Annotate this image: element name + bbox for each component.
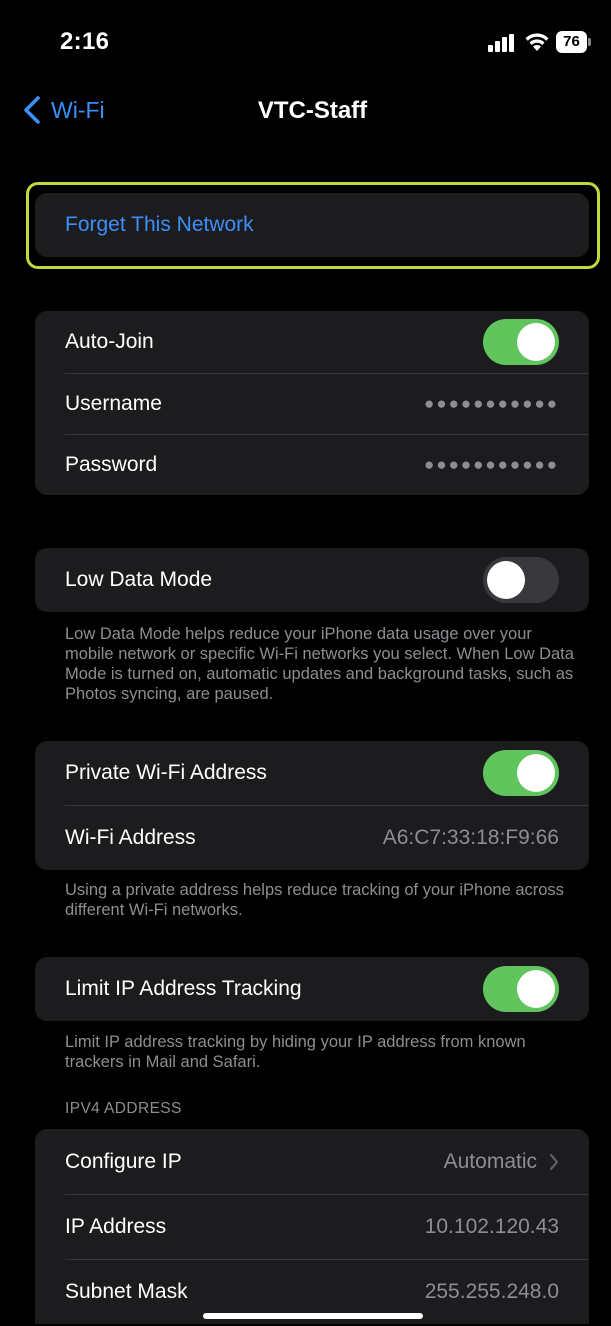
forget-network-button[interactable]: Forget This Network — [35, 193, 589, 257]
status-time: 2:16 — [60, 28, 110, 55]
low-data-row: Low Data Mode — [35, 548, 589, 612]
battery-level: 76 — [556, 31, 587, 53]
auto-join-label: Auto-Join — [65, 330, 154, 353]
limit-tracking-toggle[interactable] — [483, 966, 559, 1012]
private-address-toggle[interactable] — [483, 750, 559, 796]
ip-address-row: IP Address 10.102.120.43 — [35, 1194, 589, 1259]
configure-ip-row[interactable]: Configure IP Automatic — [35, 1129, 589, 1194]
wifi-address-row: Wi-Fi Address A6:C7:33:18:F9:66 — [35, 805, 589, 870]
username-value: ●●●●●●●●●●● — [424, 393, 559, 413]
low-data-toggle[interactable] — [483, 557, 559, 603]
auto-join-toggle[interactable] — [483, 319, 559, 365]
battery-icon: 76 — [556, 31, 591, 53]
password-label: Password — [65, 452, 158, 476]
username-row[interactable]: Username ●●●●●●●●●●● — [35, 373, 589, 434]
password-row[interactable]: Password ●●●●●●●●●●● — [35, 434, 589, 495]
ip-address-label: IP Address — [65, 1214, 167, 1238]
limit-tracking-label: Limit IP Address Tracking — [65, 977, 302, 1000]
page-title: VTC-Staff — [257, 97, 368, 124]
limit-tracking-row: Limit IP Address Tracking — [35, 957, 589, 1021]
username-label: Username — [65, 391, 162, 415]
configure-ip-value: Automatic — [443, 1149, 537, 1173]
cellular-signal-icon — [488, 34, 514, 52]
navigation-bar: Wi-Fi VTC-Staff — [0, 80, 611, 140]
password-value: ●●●●●●●●●●● — [424, 454, 559, 474]
subnet-mask-value: 255.255.248.0 — [424, 1279, 559, 1303]
auto-join-row: Auto-Join — [35, 311, 589, 373]
home-indicator[interactable] — [203, 1313, 423, 1319]
forget-network-group: Forget This Network — [35, 193, 589, 257]
chevron-right-icon — [549, 1153, 559, 1170]
low-data-footnote: Low Data Mode helps reduce your iPhone d… — [65, 625, 574, 703]
forget-network-label: Forget This Network — [65, 213, 254, 236]
limit-tracking-group: Limit IP Address Tracking — [35, 957, 589, 1021]
low-data-group: Low Data Mode — [35, 548, 589, 612]
configure-ip-label: Configure IP — [65, 1149, 182, 1173]
credentials-group: Auto-Join Username ●●●●●●●●●●● Password … — [35, 311, 589, 495]
limit-tracking-footnote: Limit IP address tracking by hiding your… — [65, 1033, 526, 1071]
private-address-footnote: Using a private address helps reduce tra… — [65, 881, 564, 919]
wifi-address-label: Wi-Fi Address — [65, 825, 196, 849]
wifi-icon — [525, 33, 549, 51]
private-address-label: Private Wi-Fi Address — [65, 761, 267, 784]
status-bar: 2:16 76 — [0, 0, 611, 80]
ipv4-section-header: IPV4 ADDRESS — [65, 1100, 182, 1117]
ip-address-value: 10.102.120.43 — [424, 1214, 559, 1238]
private-address-group: Private Wi-Fi Address Wi-Fi Address A6:C… — [35, 741, 589, 870]
low-data-label: Low Data Mode — [65, 568, 213, 591]
ipv4-group: Configure IP Automatic IP Address 10.102… — [35, 1129, 589, 1324]
subnet-mask-label: Subnet Mask — [65, 1279, 188, 1303]
wifi-address-value: A6:C7:33:18:F9:66 — [382, 825, 559, 849]
private-address-row: Private Wi-Fi Address — [35, 741, 589, 805]
